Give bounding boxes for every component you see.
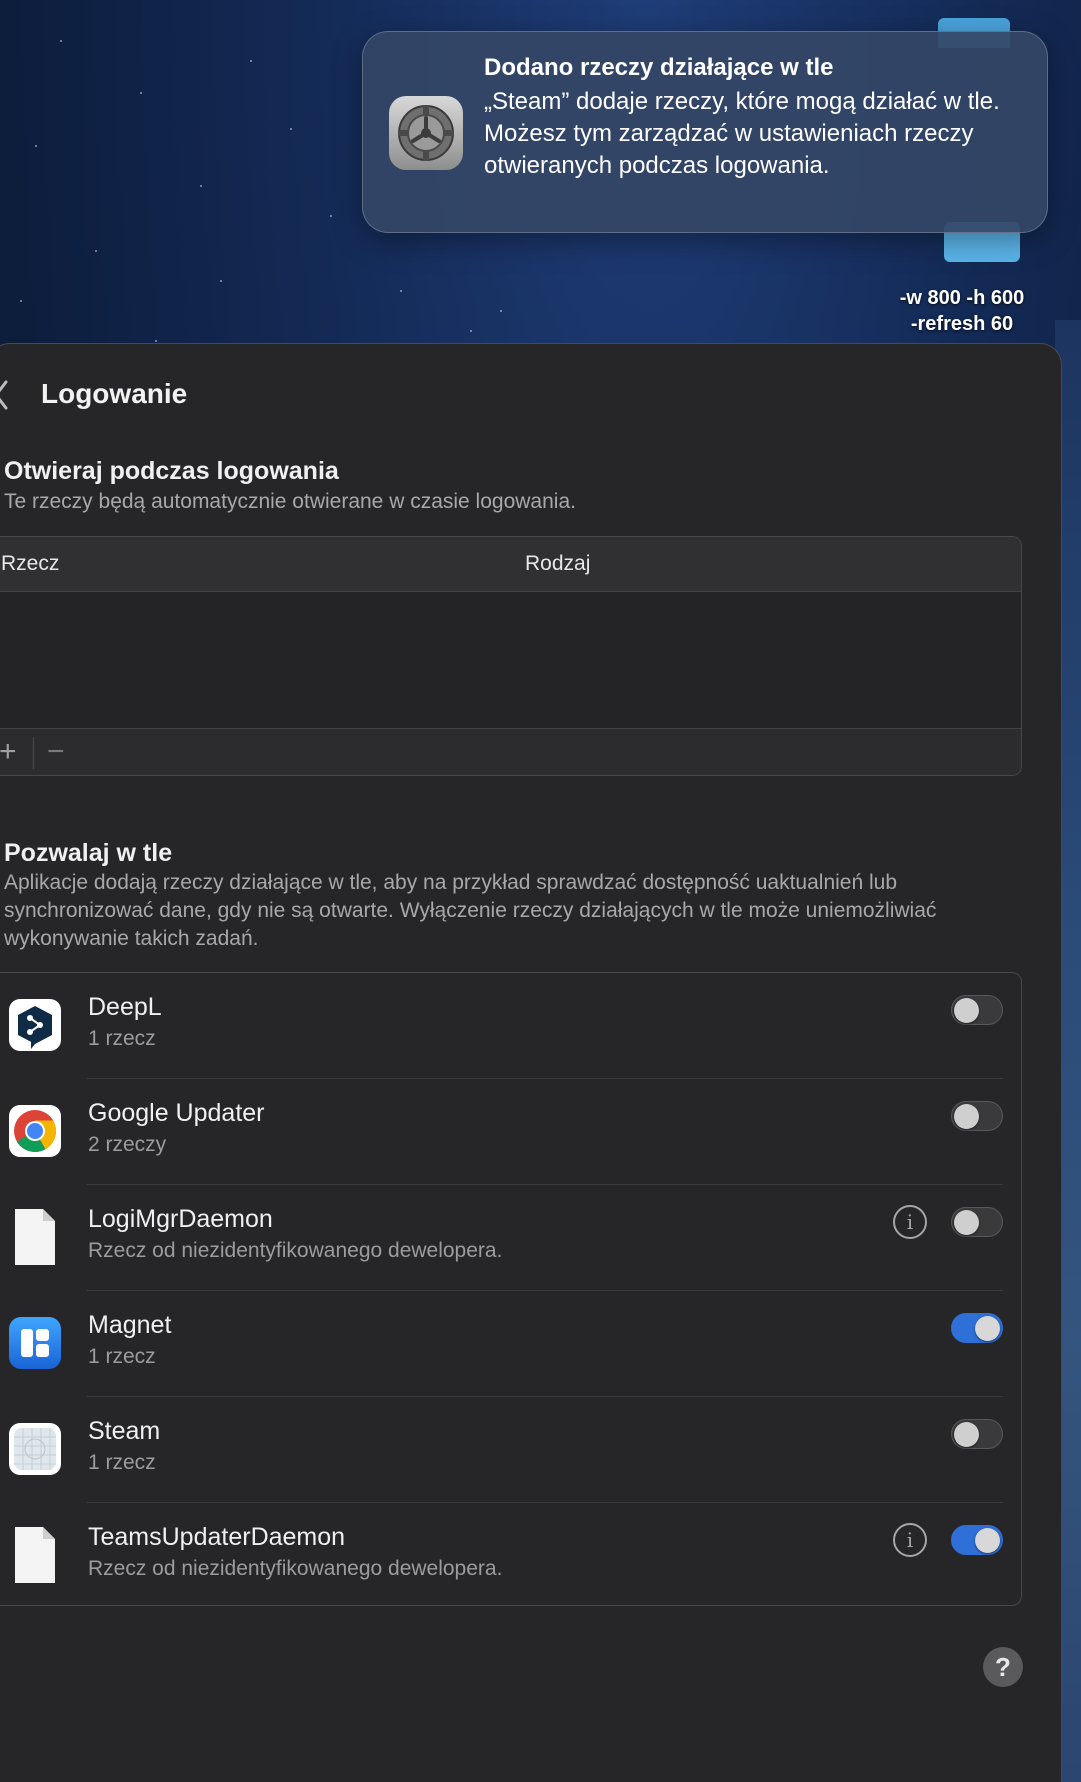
toggle-knob: [954, 1104, 979, 1129]
toggle-teamsupdaterdaemon[interactable]: [951, 1525, 1003, 1555]
desktop-item-label[interactable]: -w 800 -h 600 -refresh 60: [867, 285, 1057, 337]
desktop-label-line-1: -w 800 -h 600: [899, 287, 1025, 309]
list-item: Magnet 1 rzecz: [0, 1291, 1021, 1397]
toggle-knob: [975, 1528, 1000, 1553]
allow-background-subtitle: Aplikacje dodają rzeczy działające w tle…: [4, 871, 937, 950]
item-name: Magnet: [88, 1311, 172, 1339]
background-items-list: DeepL 1 rzecz Google Updater 2 rzeczy Lo…: [0, 972, 1022, 1606]
page-title: Logowanie: [41, 378, 188, 409]
notification-banner[interactable]: Dodano rzeczy działające w tle „Steam” d…: [362, 31, 1048, 233]
list-item: DeepL 1 rzecz: [0, 973, 1021, 1079]
item-name: Steam: [88, 1417, 161, 1445]
toggle-knob: [975, 1316, 1000, 1341]
add-button[interactable]: +: [0, 735, 17, 769]
notification-body: „Steam” dodaje rzeczy, które mogą działa…: [484, 88, 1000, 179]
table-footer: + −: [0, 728, 1021, 775]
item-name: LogiMgrDaemon: [88, 1205, 273, 1233]
toggle-knob: [954, 1422, 979, 1447]
desktop-label-line-2: -refresh 60: [910, 313, 1014, 335]
chrome-icon: [9, 1105, 61, 1157]
help-button[interactable]: ?: [983, 1647, 1023, 1687]
item-subtitle: Rzecz od niezidentyfikowanego dewelopera…: [88, 1557, 503, 1580]
item-name: Google Updater: [88, 1099, 265, 1127]
item-name: DeepL: [88, 993, 162, 1021]
remove-button[interactable]: −: [47, 735, 65, 769]
info-icon[interactable]: i: [893, 1523, 927, 1557]
info-icon[interactable]: i: [893, 1205, 927, 1239]
item-subtitle: 1 rzecz: [88, 1345, 156, 1368]
item-name: TeamsUpdaterDaemon: [88, 1523, 346, 1551]
magnet-icon: [9, 1317, 61, 1369]
document-icon: [9, 1209, 61, 1265]
column-header-kind[interactable]: Rodzaj: [525, 552, 590, 576]
open-at-login-title: Otwieraj podczas logowania: [4, 457, 339, 485]
list-item: TeamsUpdaterDaemon Rzecz od niezidentyfi…: [0, 1503, 1021, 1609]
toggle-deepl[interactable]: [951, 995, 1003, 1025]
toggle-logimgrdaemon[interactable]: [951, 1207, 1003, 1237]
item-subtitle: Rzecz od niezidentyfikowanego dewelopera…: [88, 1239, 503, 1262]
gear-icon: [389, 96, 463, 170]
footer-divider: [33, 737, 34, 769]
toggle-steam[interactable]: [951, 1419, 1003, 1449]
back-chevron-icon[interactable]: [0, 380, 8, 410]
document-icon: [9, 1527, 61, 1583]
item-subtitle: 1 rzecz: [88, 1027, 156, 1050]
toggle-magnet[interactable]: [951, 1313, 1003, 1343]
deepl-icon: [9, 999, 61, 1051]
list-item: Steam 1 rzecz: [0, 1397, 1021, 1503]
list-item: Google Updater 2 rzeczy: [0, 1079, 1021, 1185]
notification-title: Dodano rzeczy działające w tle: [484, 54, 834, 81]
list-item: LogiMgrDaemon Rzecz od niezidentyfikowan…: [0, 1185, 1021, 1291]
column-header-item[interactable]: Rzecz: [1, 552, 59, 576]
item-subtitle: 1 rzecz: [88, 1451, 156, 1474]
toggle-knob: [954, 998, 979, 1023]
item-subtitle: 2 rzeczy: [88, 1133, 167, 1156]
steam-icon: [9, 1423, 61, 1475]
toggle-google-updater[interactable]: [951, 1101, 1003, 1131]
allow-background-title: Pozwalaj w tle: [4, 839, 173, 867]
login-items-table[interactable]: Rzecz Rodzaj + −: [0, 536, 1022, 776]
toggle-knob: [954, 1210, 979, 1235]
open-at-login-subtitle: Te rzeczy będą automatycznie otwierane w…: [4, 490, 576, 513]
table-header: Rzecz Rodzaj: [0, 537, 1021, 592]
